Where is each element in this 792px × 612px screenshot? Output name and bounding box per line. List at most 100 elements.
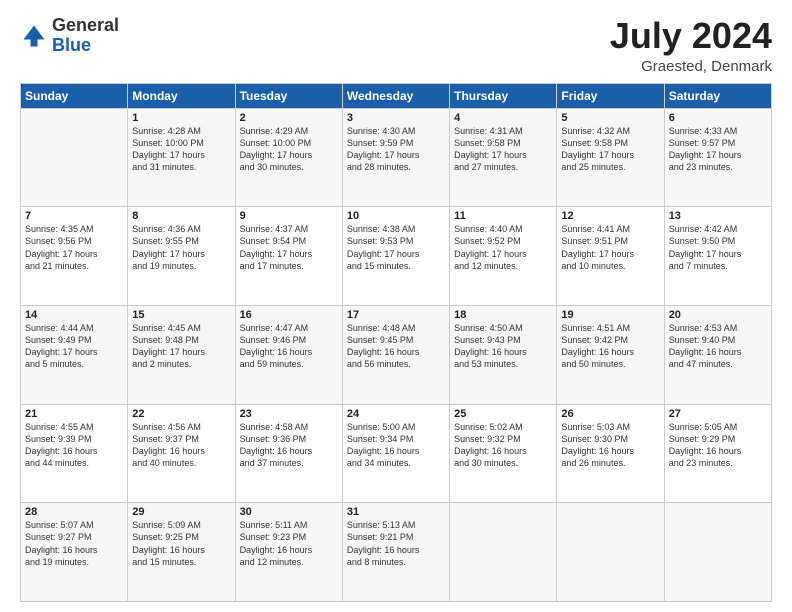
calendar-table: Sunday Monday Tuesday Wednesday Thursday… xyxy=(20,83,772,602)
daylight-text-1: Daylight: 16 hours xyxy=(240,347,313,357)
cell-info: Sunrise: 4:44 AMSunset: 9:49 PMDaylight:… xyxy=(25,322,123,371)
sunrise-text: Sunrise: 5:03 AM xyxy=(561,422,630,432)
day-number: 9 xyxy=(240,210,338,222)
day-number: 30 xyxy=(240,506,338,518)
daylight-text-2: and 2 minutes. xyxy=(132,359,191,369)
sunset-text: Sunset: 9:54 PM xyxy=(240,236,307,246)
daylight-text-1: Daylight: 17 hours xyxy=(132,150,205,160)
table-row: 2Sunrise: 4:29 AMSunset: 10:00 PMDayligh… xyxy=(235,108,342,207)
cell-info: Sunrise: 5:07 AMSunset: 9:27 PMDaylight:… xyxy=(25,519,123,568)
table-row: 20Sunrise: 4:53 AMSunset: 9:40 PMDayligh… xyxy=(664,305,771,404)
sunrise-text: Sunrise: 4:36 AM xyxy=(132,224,201,234)
sunset-text: Sunset: 10:00 PM xyxy=(240,138,312,148)
table-row: 31Sunrise: 5:13 AMSunset: 9:21 PMDayligh… xyxy=(342,503,449,602)
header-thursday: Thursday xyxy=(450,83,557,108)
weekday-header-row: Sunday Monday Tuesday Wednesday Thursday… xyxy=(21,83,772,108)
daylight-text-2: and 53 minutes. xyxy=(454,359,518,369)
logo: General Blue xyxy=(20,16,119,56)
daylight-text-1: Daylight: 17 hours xyxy=(347,249,420,259)
cell-info: Sunrise: 4:40 AMSunset: 9:52 PMDaylight:… xyxy=(454,223,552,272)
sunrise-text: Sunrise: 4:53 AM xyxy=(669,323,738,333)
sunrise-text: Sunrise: 4:45 AM xyxy=(132,323,201,333)
day-number: 31 xyxy=(347,506,445,518)
sunrise-text: Sunrise: 4:35 AM xyxy=(25,224,94,234)
daylight-text-1: Daylight: 16 hours xyxy=(132,545,205,555)
daylight-text-1: Daylight: 16 hours xyxy=(240,446,313,456)
table-row: 10Sunrise: 4:38 AMSunset: 9:53 PMDayligh… xyxy=(342,207,449,306)
daylight-text-1: Daylight: 17 hours xyxy=(454,249,527,259)
sunset-text: Sunset: 9:42 PM xyxy=(561,335,628,345)
daylight-text-2: and 50 minutes. xyxy=(561,359,625,369)
sunset-text: Sunset: 9:32 PM xyxy=(454,434,521,444)
sunset-text: Sunset: 9:36 PM xyxy=(240,434,307,444)
header-friday: Friday xyxy=(557,83,664,108)
sunrise-text: Sunrise: 4:50 AM xyxy=(454,323,523,333)
table-row: 29Sunrise: 5:09 AMSunset: 9:25 PMDayligh… xyxy=(128,503,235,602)
day-number: 18 xyxy=(454,309,552,321)
day-number: 25 xyxy=(454,408,552,420)
daylight-text-1: Daylight: 16 hours xyxy=(347,545,420,555)
cell-info: Sunrise: 4:28 AMSunset: 10:00 PMDaylight… xyxy=(132,125,230,174)
daylight-text-1: Daylight: 17 hours xyxy=(132,249,205,259)
cell-info: Sunrise: 4:50 AMSunset: 9:43 PMDaylight:… xyxy=(454,322,552,371)
location: Graested, Denmark xyxy=(610,58,772,75)
table-row: 8Sunrise: 4:36 AMSunset: 9:55 PMDaylight… xyxy=(128,207,235,306)
day-number: 10 xyxy=(347,210,445,222)
daylight-text-2: and 44 minutes. xyxy=(25,458,89,468)
header-sunday: Sunday xyxy=(21,83,128,108)
table-row: 6Sunrise: 4:33 AMSunset: 9:57 PMDaylight… xyxy=(664,108,771,207)
header-monday: Monday xyxy=(128,83,235,108)
daylight-text-2: and 23 minutes. xyxy=(669,162,733,172)
table-row: 3Sunrise: 4:30 AMSunset: 9:59 PMDaylight… xyxy=(342,108,449,207)
sunrise-text: Sunrise: 4:33 AM xyxy=(669,126,738,136)
daylight-text-2: and 19 minutes. xyxy=(132,261,196,271)
daylight-text-2: and 47 minutes. xyxy=(669,359,733,369)
header-tuesday: Tuesday xyxy=(235,83,342,108)
cell-info: Sunrise: 4:41 AMSunset: 9:51 PMDaylight:… xyxy=(561,223,659,272)
calendar-week-row: 28Sunrise: 5:07 AMSunset: 9:27 PMDayligh… xyxy=(21,503,772,602)
day-number: 3 xyxy=(347,112,445,124)
day-number: 29 xyxy=(132,506,230,518)
cell-info: Sunrise: 5:13 AMSunset: 9:21 PMDaylight:… xyxy=(347,519,445,568)
sunset-text: Sunset: 9:23 PM xyxy=(240,532,307,542)
day-number: 15 xyxy=(132,309,230,321)
daylight-text-1: Daylight: 17 hours xyxy=(25,249,98,259)
sunrise-text: Sunrise: 5:07 AM xyxy=(25,520,94,530)
daylight-text-1: Daylight: 16 hours xyxy=(454,446,527,456)
sunset-text: Sunset: 9:56 PM xyxy=(25,236,92,246)
cell-info: Sunrise: 4:38 AMSunset: 9:53 PMDaylight:… xyxy=(347,223,445,272)
table-row: 11Sunrise: 4:40 AMSunset: 9:52 PMDayligh… xyxy=(450,207,557,306)
daylight-text-2: and 12 minutes. xyxy=(454,261,518,271)
day-number: 26 xyxy=(561,408,659,420)
daylight-text-2: and 5 minutes. xyxy=(25,359,84,369)
sunrise-text: Sunrise: 4:56 AM xyxy=(132,422,201,432)
daylight-text-1: Daylight: 16 hours xyxy=(347,446,420,456)
sunrise-text: Sunrise: 4:38 AM xyxy=(347,224,416,234)
table-row xyxy=(450,503,557,602)
daylight-text-1: Daylight: 17 hours xyxy=(240,249,313,259)
table-row: 21Sunrise: 4:55 AMSunset: 9:39 PMDayligh… xyxy=(21,404,128,503)
daylight-text-2: and 30 minutes. xyxy=(454,458,518,468)
daylight-text-2: and 28 minutes. xyxy=(347,162,411,172)
sunset-text: Sunset: 9:55 PM xyxy=(132,236,199,246)
day-number: 4 xyxy=(454,112,552,124)
page: General Blue July 2024 Graested, Denmark… xyxy=(0,0,792,612)
cell-info: Sunrise: 4:56 AMSunset: 9:37 PMDaylight:… xyxy=(132,421,230,470)
header-saturday: Saturday xyxy=(664,83,771,108)
table-row: 24Sunrise: 5:00 AMSunset: 9:34 PMDayligh… xyxy=(342,404,449,503)
sunset-text: Sunset: 9:39 PM xyxy=(25,434,92,444)
cell-info: Sunrise: 4:55 AMSunset: 9:39 PMDaylight:… xyxy=(25,421,123,470)
cell-info: Sunrise: 4:58 AMSunset: 9:36 PMDaylight:… xyxy=(240,421,338,470)
sunrise-text: Sunrise: 4:32 AM xyxy=(561,126,630,136)
sunset-text: Sunset: 9:57 PM xyxy=(669,138,736,148)
sunrise-text: Sunrise: 4:28 AM xyxy=(132,126,201,136)
daylight-text-1: Daylight: 16 hours xyxy=(561,446,634,456)
day-number: 19 xyxy=(561,309,659,321)
table-row: 27Sunrise: 5:05 AMSunset: 9:29 PMDayligh… xyxy=(664,404,771,503)
day-number: 17 xyxy=(347,309,445,321)
table-row: 16Sunrise: 4:47 AMSunset: 9:46 PMDayligh… xyxy=(235,305,342,404)
logo-icon xyxy=(20,22,48,50)
day-number: 1 xyxy=(132,112,230,124)
daylight-text-2: and 34 minutes. xyxy=(347,458,411,468)
sunrise-text: Sunrise: 4:42 AM xyxy=(669,224,738,234)
